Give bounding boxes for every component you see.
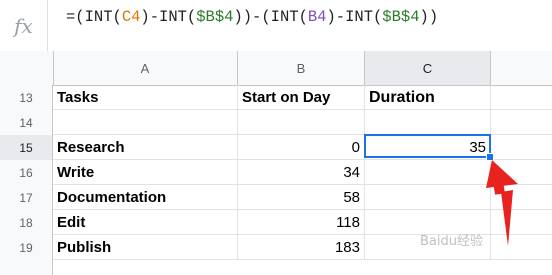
table-row: 16 Write 34 bbox=[0, 160, 552, 185]
cell-b17[interactable]: 58 bbox=[238, 185, 365, 210]
formula-part: =(INT( bbox=[66, 8, 122, 26]
formula-part: ))-(INT( bbox=[233, 8, 308, 26]
cell-b15[interactable]: 0 bbox=[238, 135, 365, 160]
cell-b18[interactable]: 118 bbox=[238, 210, 365, 235]
row-number[interactable]: 16 bbox=[0, 160, 53, 185]
cell-b14[interactable] bbox=[238, 110, 365, 135]
cell-a15[interactable]: Research bbox=[53, 135, 238, 160]
row-number[interactable]: 13 bbox=[0, 85, 53, 110]
row-number[interactable]: 15 bbox=[0, 135, 53, 160]
formula-part: B4 bbox=[307, 8, 327, 26]
cell-c13[interactable]: Duration bbox=[365, 85, 491, 110]
row-number[interactable] bbox=[0, 260, 53, 275]
formula-bar: fx =(INT(C4)-INT($B$4))-(INT(B4)-INT($B$… bbox=[0, 0, 552, 52]
table-row: 13 Tasks Start on Day Duration bbox=[0, 85, 552, 110]
formula-part: $B$4 bbox=[382, 8, 420, 26]
table-row: 17 Documentation 58 bbox=[0, 185, 552, 210]
fx-icon: fx bbox=[0, 0, 48, 51]
cell-a16[interactable]: Write bbox=[53, 160, 238, 185]
cell-b13[interactable]: Start on Day bbox=[238, 85, 365, 110]
cell-a18[interactable]: Edit bbox=[53, 210, 238, 235]
row-number[interactable]: 17 bbox=[0, 185, 53, 210]
cell-c16[interactable] bbox=[365, 160, 491, 185]
cell-a19[interactable]: Publish bbox=[53, 235, 238, 260]
table-row: 15 Research 0 35 bbox=[0, 135, 552, 160]
table-row bbox=[0, 260, 552, 275]
column-header-c[interactable]: C bbox=[365, 51, 491, 85]
formula-part: )-INT( bbox=[140, 8, 197, 26]
cell-a14[interactable] bbox=[53, 110, 238, 135]
column-header-a[interactable]: A bbox=[53, 51, 238, 85]
column-header-row: A B C bbox=[0, 51, 552, 86]
formula-part: C4 bbox=[121, 8, 141, 26]
table-row: 14 bbox=[0, 110, 552, 135]
cell-a13[interactable]: Tasks bbox=[53, 85, 238, 110]
select-all-corner[interactable] bbox=[0, 51, 54, 85]
cell-a17[interactable]: Documentation bbox=[53, 185, 238, 210]
cell-b19[interactable]: 183 bbox=[238, 235, 365, 260]
watermark: Baidu经验 bbox=[420, 234, 483, 249]
fill-handle[interactable] bbox=[486, 153, 494, 161]
row-number[interactable]: 18 bbox=[0, 210, 53, 235]
cell-c14[interactable] bbox=[365, 110, 491, 135]
cell-c15[interactable]: 35 bbox=[365, 135, 491, 160]
cell-b16[interactable]: 34 bbox=[238, 160, 365, 185]
formula-part: )-INT( bbox=[326, 8, 383, 26]
formula-input[interactable]: =(INT(C4)-INT($B$4))-(INT(B4)-INT($B$4)) bbox=[66, 8, 438, 26]
row-number[interactable]: 19 bbox=[0, 235, 53, 260]
formula-part: )) bbox=[419, 8, 439, 26]
row-number[interactable]: 14 bbox=[0, 110, 53, 135]
formula-part: $B$4 bbox=[196, 8, 234, 26]
column-header-b[interactable]: B bbox=[238, 51, 365, 85]
cell-c17[interactable] bbox=[365, 185, 491, 210]
